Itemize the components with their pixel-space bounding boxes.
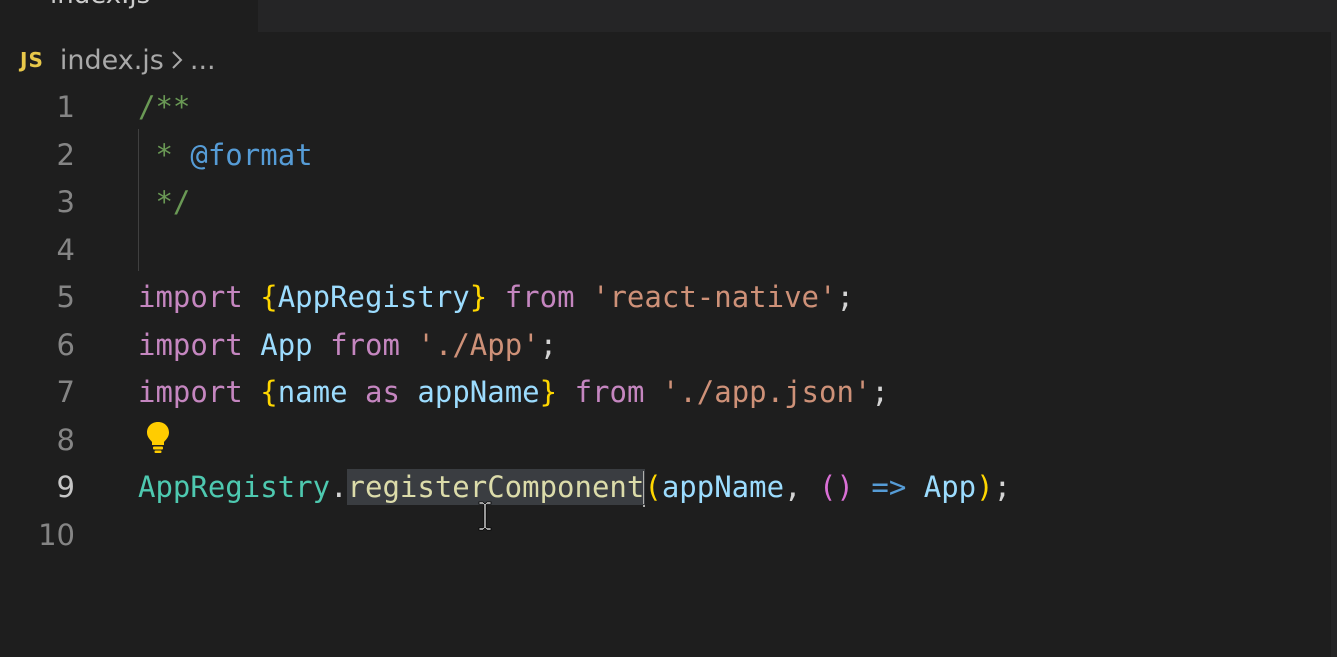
- comment-token: /**: [138, 90, 191, 124]
- code-line-3[interactable]: 3 */: [0, 179, 1330, 227]
- identifier-token: AppRegistry: [138, 470, 331, 504]
- identifier-token: App: [260, 327, 313, 362]
- line-content: */: [138, 179, 190, 227]
- line-number: 9: [56, 470, 75, 504]
- code-line-6[interactable]: 6 import App from './App';: [0, 322, 1330, 370]
- keyword-token: import: [138, 327, 243, 362]
- arrow-token: =>: [871, 470, 907, 504]
- code-editor[interactable]: 1 /** 2 * @format 3 */ 4 5 import {AppRe…: [0, 84, 1330, 559]
- line-content: import App from './App';: [138, 322, 557, 370]
- comma-token: ,: [784, 470, 802, 504]
- identifier-token: name: [277, 375, 348, 409]
- brace-token: {: [260, 280, 278, 314]
- paren-token: (: [644, 470, 662, 504]
- line-number: 3: [56, 185, 75, 219]
- semicolon-token: ;: [836, 280, 854, 314]
- keyword-token: as: [365, 375, 400, 409]
- keyword-token: import: [138, 280, 243, 314]
- line-number: 6: [56, 327, 75, 362]
- semicolon-token: ;: [993, 470, 1012, 504]
- tab-label: index.js: [50, 0, 150, 10]
- comment-token: */: [138, 185, 191, 219]
- line-content: * @format: [138, 132, 313, 180]
- line-content: /**: [138, 84, 190, 132]
- brace-token: {: [260, 375, 278, 409]
- keyword-token: from: [504, 280, 575, 314]
- code-line-7[interactable]: 7 import {name as appName} from './app.j…: [0, 369, 1330, 417]
- dot-token: .: [330, 470, 348, 504]
- semicolon-token: ;: [539, 327, 558, 362]
- lightbulb-icon[interactable]: [144, 420, 172, 454]
- code-line-9[interactable]: 9 AppRegistry.registerComponent(appName,…: [0, 464, 1330, 512]
- tab-bar: index.js: [0, 0, 1337, 32]
- keyword-token: from: [574, 375, 645, 409]
- line-number: 8: [56, 422, 75, 457]
- breadcrumb-file[interactable]: index.js: [60, 45, 164, 76]
- paren-token: (): [818, 470, 854, 504]
- paren-token: ): [976, 470, 994, 504]
- brace-token: }: [539, 375, 558, 409]
- code-line-8[interactable]: 8: [0, 417, 1330, 465]
- code-line-4[interactable]: 4: [0, 227, 1330, 275]
- keyword-token: from: [330, 327, 400, 362]
- breadcrumb-symbol[interactable]: ...: [190, 45, 216, 76]
- code-line-1[interactable]: 1 /**: [0, 84, 1330, 132]
- identifier-token: AppRegistry: [277, 280, 470, 314]
- vertical-scrollbar[interactable]: [1331, 32, 1337, 657]
- javascript-file-icon: JS: [20, 48, 44, 72]
- line-number: 10: [38, 517, 75, 552]
- string-token: './App': [417, 327, 540, 362]
- identifier-token: appName: [661, 470, 785, 504]
- identifier-token: App: [923, 470, 977, 504]
- line-number: 5: [56, 280, 75, 314]
- code-line-2[interactable]: 2 * @format: [0, 132, 1330, 180]
- keyword-token: import: [138, 375, 243, 409]
- string-token: './app.json': [661, 375, 872, 409]
- line-content: import {AppRegistry} from 'react-native'…: [138, 274, 854, 322]
- string-token: 'react-native': [592, 280, 837, 314]
- line-content: import {name as appName} from './app.jso…: [138, 369, 889, 417]
- brace-token: }: [469, 280, 488, 314]
- text-cursor-icon: [476, 500, 494, 532]
- line-number: 4: [56, 232, 75, 267]
- code-line-5[interactable]: 5 import {AppRegistry} from 'react-nativ…: [0, 274, 1330, 322]
- line-content: AppRegistry.registerComponent(appName, (…: [138, 464, 1011, 512]
- comment-token: *: [138, 137, 191, 172]
- line-number: 2: [56, 137, 75, 172]
- tab-index-js[interactable]: index.js: [0, 0, 258, 32]
- code-line-10[interactable]: 10: [0, 512, 1330, 560]
- jsdoc-tag-token: @format: [190, 137, 313, 172]
- breadcrumb: JS index.js ...: [20, 40, 216, 80]
- selected-text[interactable]: registerComponent: [346, 469, 646, 505]
- line-number: 1: [56, 90, 75, 124]
- semicolon-token: ;: [871, 375, 889, 409]
- line-number: 7: [56, 375, 75, 409]
- chevron-right-icon: [170, 49, 184, 71]
- identifier-token: appName: [417, 375, 540, 409]
